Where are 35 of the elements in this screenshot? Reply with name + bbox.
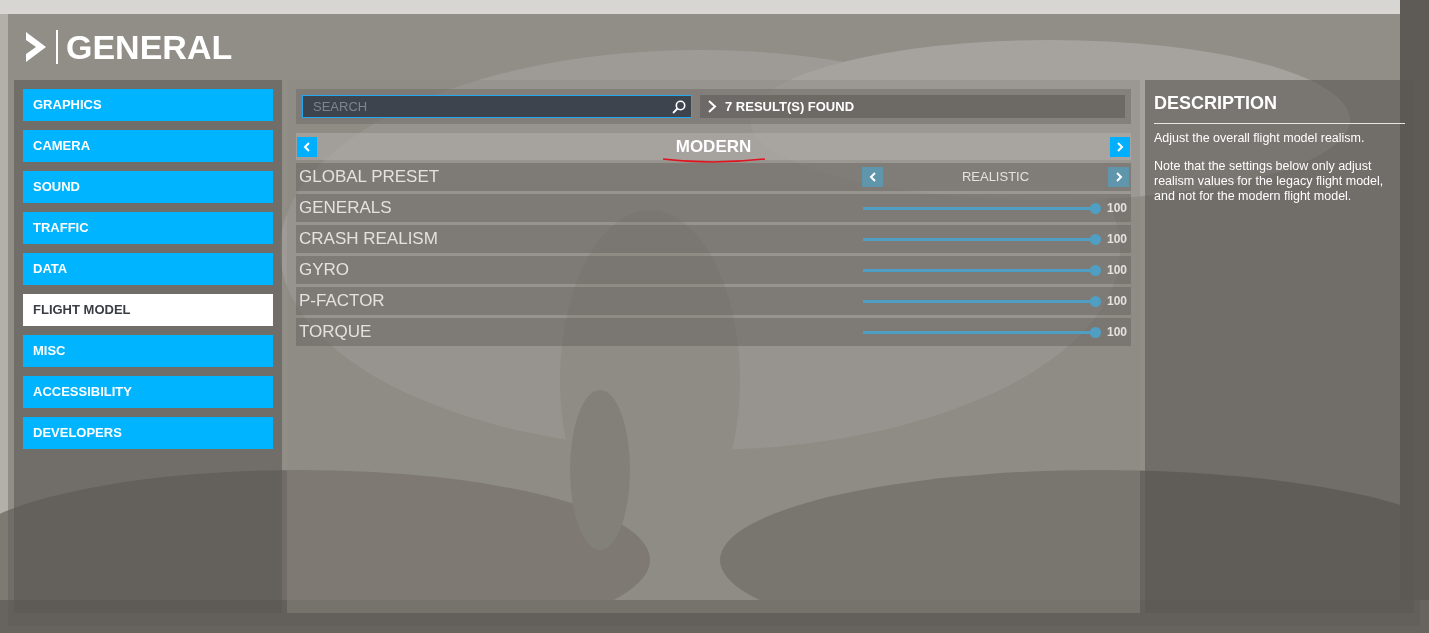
preset-value: REALISTIC [960,168,1031,187]
chevron-left-icon [868,172,877,182]
chevron-left-icon [303,141,311,152]
setting-label: GLOBAL PRESET [299,166,441,189]
setting-label: GENERALS [299,197,393,220]
previous-button[interactable] [297,136,317,157]
setting-label: CRASH REALISM [299,228,439,251]
chevron-right-icon [1114,172,1123,182]
setting-label: P-FACTOR [299,290,386,313]
page-title: GENERAL [66,30,233,64]
slider-value: 100 [1107,200,1128,217]
description-text: Note that the settings below only adjust realism values for the legacy flight model, and not for the modern flight model. [1154,159,1385,204]
chevron-icon [708,100,717,113]
slider-value: 100 [1107,262,1128,279]
setting-label: TORQUE [299,321,373,344]
sidebar-item[interactable]: FLIGHT MODEL [23,294,273,326]
next-button[interactable] [1110,136,1130,157]
results-count: 7 RESULT(S) FOUND [725,97,855,116]
slider-value: 100 [1107,231,1128,248]
sidebar-item[interactable]: DATA [23,253,273,285]
sidebar-item[interactable]: GRAPHICS [23,89,273,121]
slider-value: 100 [1107,324,1128,341]
sidebar-item[interactable]: CAMERA [23,130,273,162]
chevron-icon [24,30,48,64]
sidebar-item[interactable]: SOUND [23,171,273,203]
setting-label: GYRO [299,259,351,282]
description-text: Adjust the overall flight model realism. [1154,131,1366,146]
sidebar-item[interactable]: MISC [23,335,273,367]
sidebar-item[interactable]: TRAFFIC [23,212,273,244]
sidebar-item[interactable]: ACCESSIBILITY [23,376,273,408]
model-value: MODERN [675,138,752,155]
sidebar-item[interactable]: DEVELOPERS [23,417,273,449]
description-title: DESCRIPTION [1154,90,1405,124]
chevron-right-icon [1116,141,1124,152]
slider-value: 100 [1107,293,1128,310]
